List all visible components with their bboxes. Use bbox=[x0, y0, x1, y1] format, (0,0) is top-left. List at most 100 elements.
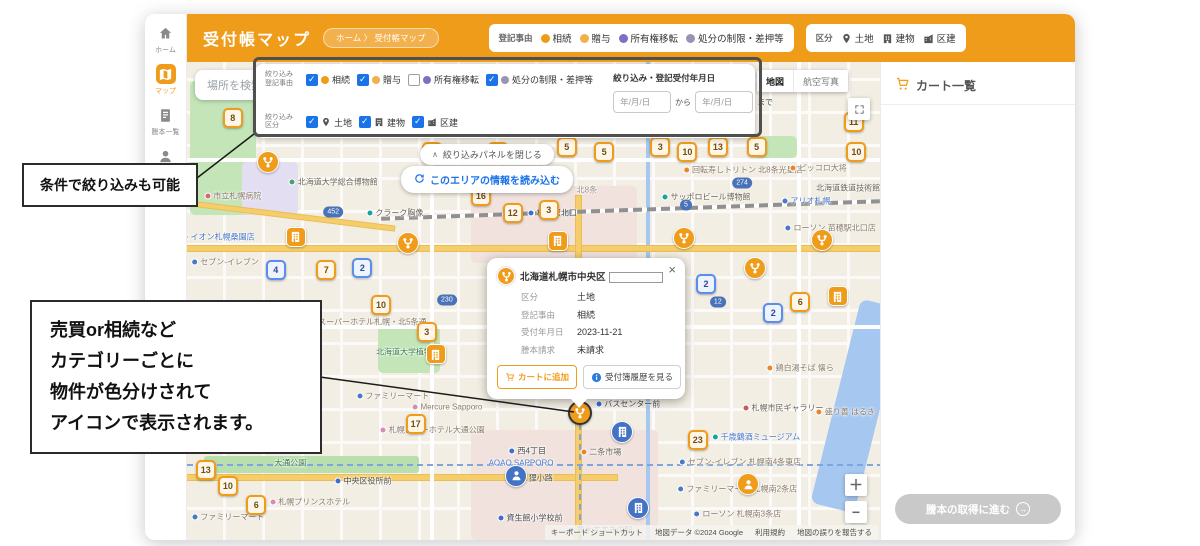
map-marker-on[interactable]: 12 bbox=[502, 203, 523, 224]
fullscreen-button[interactable] bbox=[848, 98, 870, 120]
map-marker-on[interactable]: 5 bbox=[594, 141, 615, 162]
map-marker-oi[interactable] bbox=[285, 226, 306, 247]
legend-item-tochi: 土地 bbox=[841, 31, 874, 45]
sidebar-item-list[interactable]: 謄本一覧 bbox=[152, 105, 180, 137]
breadcrumb[interactable]: ホーム 〉 受付帳マップ bbox=[323, 28, 439, 48]
cart-title: カート一覧 bbox=[916, 78, 977, 93]
map-label: 二条市場 bbox=[580, 447, 621, 458]
reason-dot-icon bbox=[501, 75, 510, 84]
map-label: セブン-イレブン 札幌南4条東店 bbox=[678, 457, 801, 468]
map-marker-bn[interactable]: 2 bbox=[696, 273, 717, 294]
map-label: 札幌ビューホテル大通公園 bbox=[379, 425, 485, 436]
popup-row: 謄本請求 未請求 bbox=[521, 345, 605, 355]
map-marker-bn[interactable]: 2 bbox=[352, 258, 373, 279]
map-marker-on[interactable]: 8 bbox=[222, 107, 243, 128]
terms-link[interactable]: 利用規約 bbox=[755, 527, 785, 538]
map-marker-on[interactable]: 3 bbox=[538, 200, 559, 221]
cart-icon bbox=[895, 76, 910, 94]
map-label: 盛り善 はるき bbox=[815, 406, 875, 417]
close-icon[interactable]: × bbox=[668, 263, 676, 276]
filter-option-shobun[interactable]: 処分の制限・差押等 bbox=[486, 73, 593, 86]
category-filter-label: 絞り込み 区分 bbox=[265, 113, 293, 130]
map-label: アリオ札幌 bbox=[781, 196, 830, 207]
map-marker-oc[interactable] bbox=[737, 473, 760, 496]
map-marker-bc[interactable] bbox=[627, 496, 650, 519]
map-marker-on[interactable]: 5 bbox=[746, 137, 767, 158]
map-footer: キーボード ショートカット 地図データ ©2024 Google 利用規約 地図… bbox=[544, 525, 878, 540]
home-icon bbox=[155, 23, 175, 43]
filter-option-zouyo[interactable]: 贈与 bbox=[357, 73, 401, 86]
map-type-satellite[interactable]: 航空写真 bbox=[794, 70, 848, 92]
checkbox[interactable] bbox=[412, 116, 425, 129]
map-marker-oc[interactable] bbox=[744, 257, 767, 280]
filter-option-souzoku[interactable]: 相続 bbox=[306, 73, 350, 86]
map-marker-bc[interactable] bbox=[611, 420, 634, 443]
checkbox[interactable] bbox=[306, 73, 318, 86]
map-marker-on[interactable]: 17 bbox=[405, 413, 426, 434]
filter-option-tatemono[interactable]: 建物 bbox=[359, 116, 405, 129]
filter-option-tochi[interactable]: 土地 bbox=[306, 116, 352, 129]
map-marker-on[interactable]: 10 bbox=[371, 294, 392, 315]
map-marker-on[interactable]: 3 bbox=[650, 137, 671, 158]
map-label: 千歳鶴酒ミュージアム bbox=[711, 432, 800, 443]
map-label: 回転寿しトリトン 北8条光星店 bbox=[682, 165, 803, 176]
map-marker-on[interactable]: 13 bbox=[707, 137, 728, 158]
close-filter-panel-button[interactable]: ∧ 絞り込みパネルを閉じる bbox=[420, 144, 554, 165]
date-from-input[interactable]: 年/月/日 bbox=[613, 91, 672, 113]
map-marker-on[interactable]: 5 bbox=[556, 137, 577, 158]
map-label: 中央区役所前 bbox=[334, 476, 392, 487]
keyboard-shortcuts-link[interactable]: キーボード ショートカット bbox=[551, 527, 643, 538]
legend-reasons: 登記事由 相続 贈与 所有権移転 処分の制限・差押等 bbox=[488, 24, 794, 52]
legend-item-zouyo: 贈与 bbox=[579, 31, 611, 45]
checkbox[interactable] bbox=[357, 73, 370, 86]
map-marker-bn[interactable]: 2 bbox=[763, 302, 784, 323]
map-label: 西4丁目 bbox=[508, 446, 546, 457]
filter-option-kuken[interactable]: 区建 bbox=[412, 116, 458, 129]
filter-option-iten[interactable]: 所有権移転 bbox=[408, 73, 479, 86]
reason-dot-icon bbox=[423, 75, 432, 84]
map-marker-oi[interactable] bbox=[425, 344, 446, 365]
map-marker-on[interactable]: 10 bbox=[677, 141, 698, 162]
map-commercial-patch bbox=[471, 186, 638, 263]
map-marker-oi[interactable] bbox=[547, 230, 568, 251]
report-map-error-link[interactable]: 地図の誤りを報告する bbox=[797, 527, 872, 538]
add-to-cart-button[interactable]: カートに追加 bbox=[497, 365, 578, 389]
date-to-input[interactable]: 年/月/日 bbox=[695, 91, 754, 113]
checkbox[interactable] bbox=[408, 73, 421, 86]
view-history-button[interactable]: 受付簿履歴を見る bbox=[583, 365, 682, 389]
sidebar-item-home[interactable]: ホーム bbox=[155, 23, 176, 55]
map-marker-on[interactable]: 10 bbox=[846, 141, 867, 162]
map-marker-on[interactable]: 10 bbox=[217, 475, 238, 496]
checkbox[interactable] bbox=[359, 116, 372, 129]
legend-item-kuken: 区建 bbox=[923, 31, 956, 45]
map-marker-bc[interactable] bbox=[505, 464, 528, 487]
legend-item-iten: 所有権移転 bbox=[618, 31, 678, 45]
map-label: ピッコロ大将 bbox=[789, 163, 847, 174]
redacted-address-box bbox=[608, 271, 663, 283]
building-icon bbox=[882, 33, 893, 44]
map-marker-on[interactable]: 7 bbox=[316, 259, 337, 280]
map-marker-oc[interactable] bbox=[810, 228, 833, 251]
zoom-out-button[interactable]: − bbox=[845, 501, 867, 523]
checkout-button[interactable]: 謄本の取得に進む → bbox=[895, 494, 1061, 524]
load-area-button[interactable]: このエリアの情報を読み込む bbox=[401, 166, 573, 193]
map-marker-bn[interactable]: 4 bbox=[265, 259, 286, 280]
map-marker-on[interactable]: 13 bbox=[195, 460, 216, 481]
map-label: 大通公園 bbox=[274, 458, 307, 468]
map-marker-on[interactable]: 6 bbox=[246, 495, 267, 516]
condo-icon bbox=[427, 117, 437, 127]
checkbox[interactable] bbox=[306, 116, 318, 129]
map-marker-on[interactable]: 6 bbox=[790, 291, 811, 312]
map-marker-on[interactable]: 23 bbox=[687, 430, 708, 451]
sidebar-item-map[interactable]: マップ bbox=[155, 64, 176, 96]
zoom-in-button[interactable]: ＋ bbox=[845, 474, 867, 496]
route-shield: 5 bbox=[680, 199, 692, 211]
map-marker-oc[interactable] bbox=[397, 232, 420, 255]
checkbox[interactable] bbox=[486, 73, 499, 86]
map-marker-on[interactable]: 3 bbox=[416, 322, 437, 343]
map-marker-oi[interactable] bbox=[827, 286, 848, 307]
route-shield: 452 bbox=[323, 206, 344, 218]
map-marker-oc[interactable] bbox=[672, 226, 695, 249]
sidebar: ホーム マップ 謄本一覧 アカウント bbox=[145, 14, 187, 540]
map-marker-oc[interactable] bbox=[257, 150, 280, 173]
